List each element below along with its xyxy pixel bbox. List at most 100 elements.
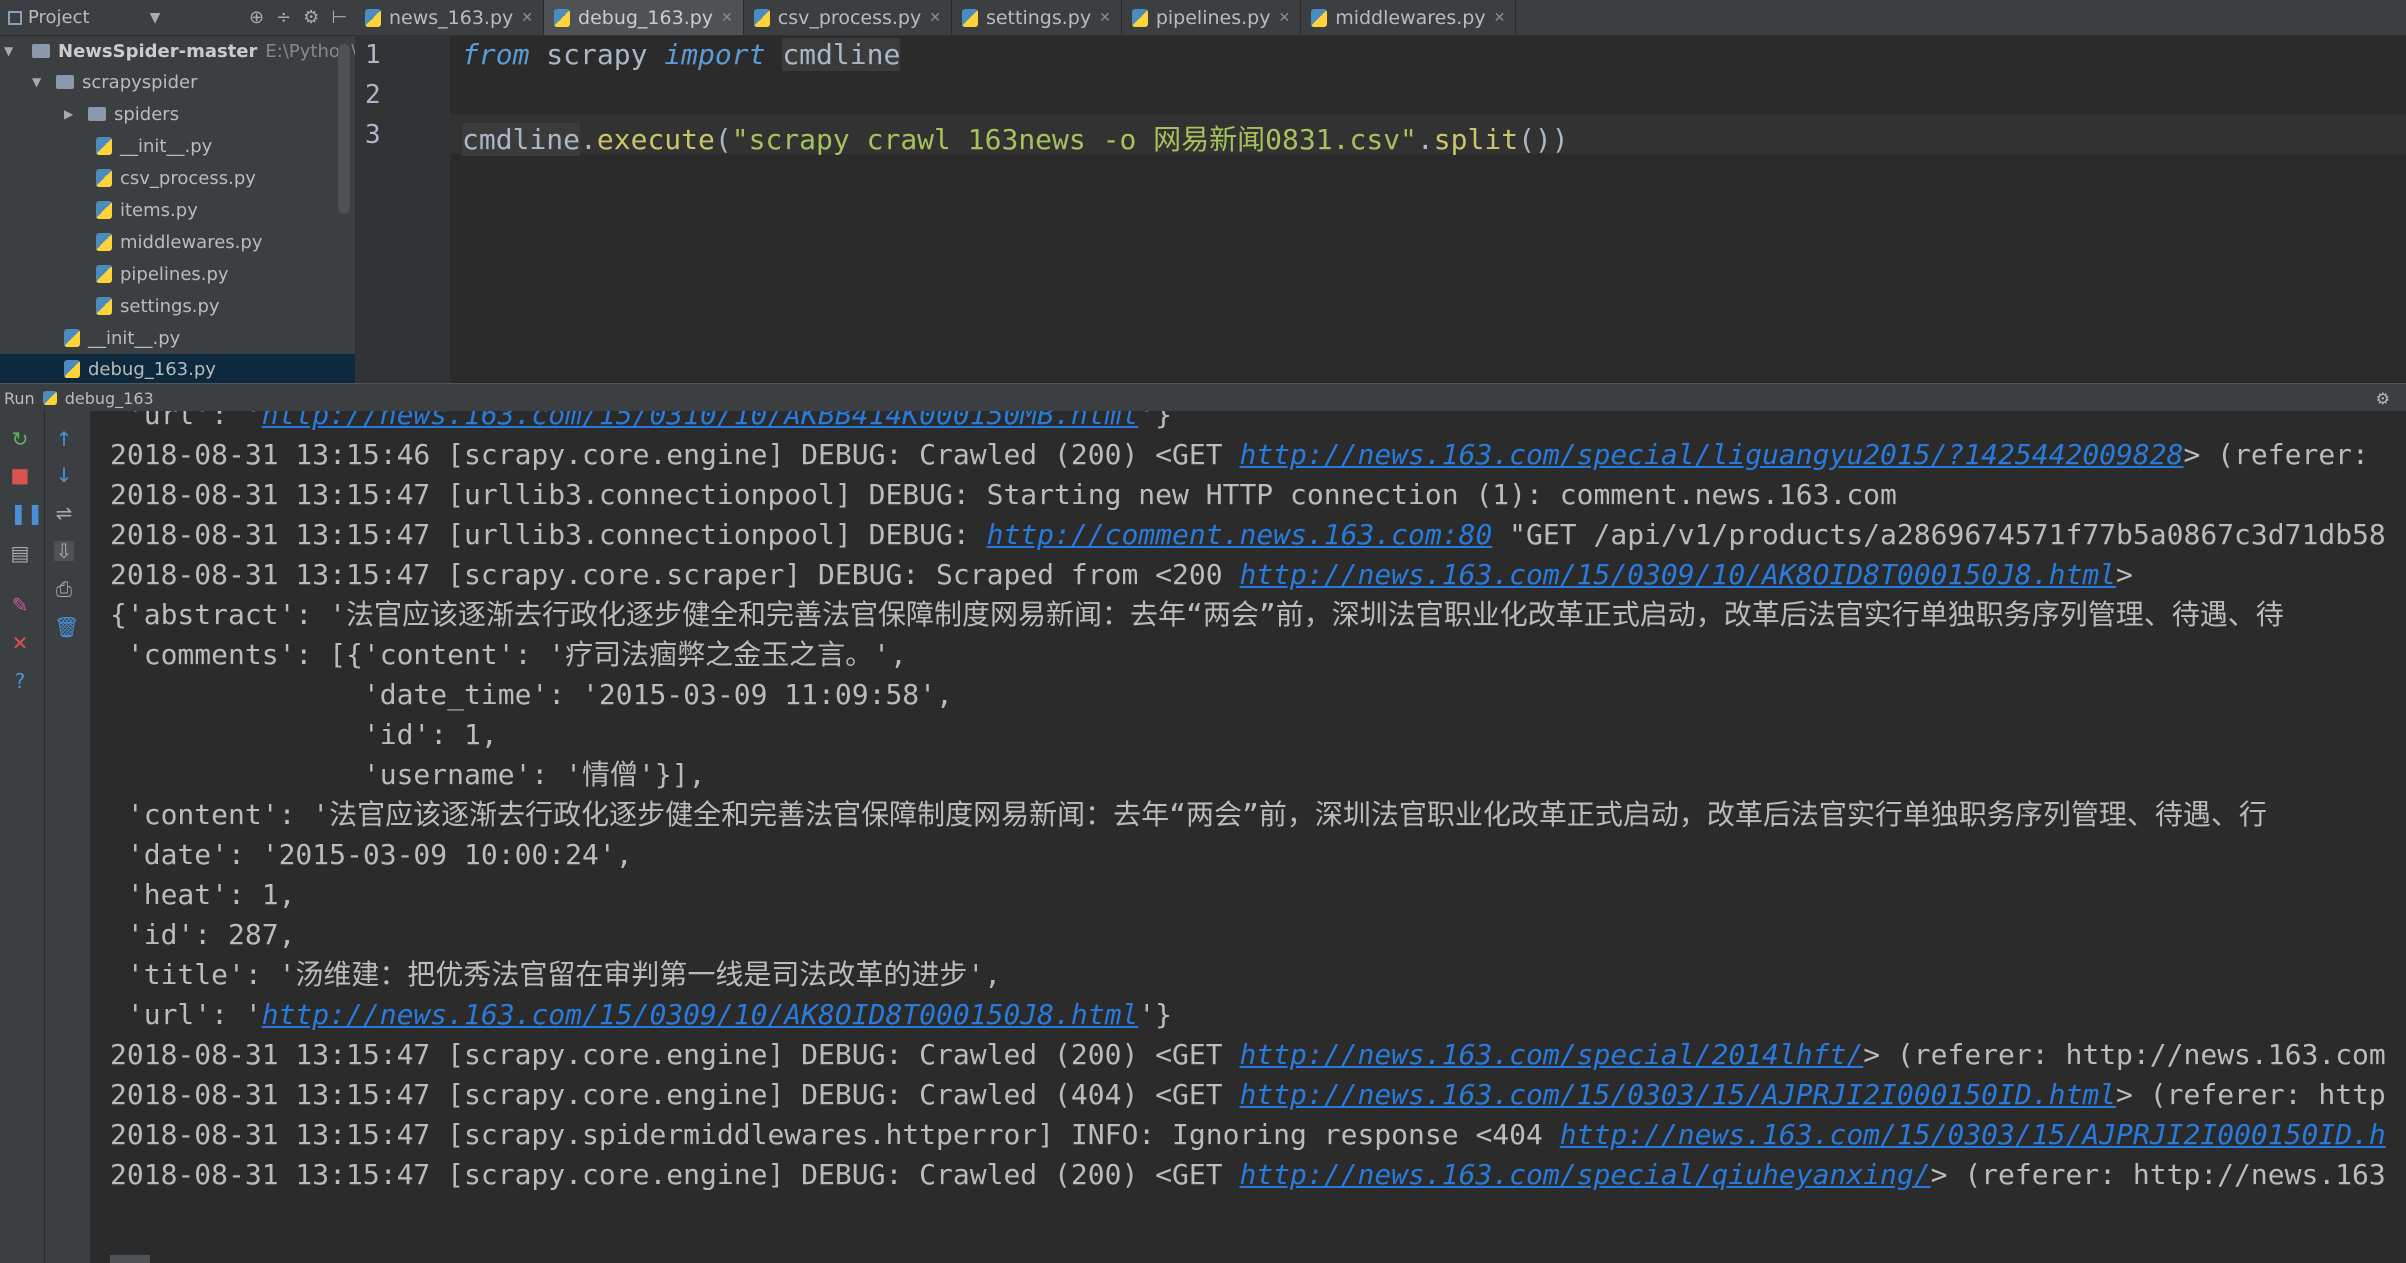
tree-item-settings[interactable]: settings.py <box>96 291 220 321</box>
gear-icon[interactable]: ⚙ <box>2376 389 2390 408</box>
tree-root[interactable]: ▼ NewsSpider-master E:\Python\ <box>4 36 355 66</box>
tab-csv-process[interactable]: csv_process.py ✕ <box>744 0 952 35</box>
soft-wrap-icon[interactable]: ⇌ <box>54 503 74 523</box>
code-dot: . <box>1416 123 1434 156</box>
close-icon[interactable]: ✕ <box>10 633 30 653</box>
code-line-3[interactable]: cmdline.execute("scrapy crawl 163news -o… <box>462 118 1569 158</box>
line-number: 1 <box>365 40 381 70</box>
python-file-icon <box>64 360 80 378</box>
function-name: execute <box>596 123 715 156</box>
run-label: Run <box>4 388 35 408</box>
python-file-icon <box>42 391 57 405</box>
collapse-icon[interactable]: ÷ <box>276 7 291 28</box>
console-link[interactable]: http://news.163.com/special/liguangyu201… <box>1239 438 2183 471</box>
console-link[interactable]: http://news.163.com/15/0303/15/AJPRJI2I0… <box>1239 1078 2116 1111</box>
python-file-icon <box>96 265 112 283</box>
console-link[interactable]: http://comment.news.163.com:80 <box>987 518 1493 551</box>
tree-item-csv-process[interactable]: csv_process.py <box>96 163 256 193</box>
console-line: 2018-08-31 13:15:47 [scrapy.spidermiddle… <box>110 1115 2386 1155</box>
close-icon[interactable]: ✕ <box>1278 10 1290 26</box>
chevron-down-icon[interactable]: ▼ <box>32 75 48 89</box>
project-scrollbar[interactable] <box>338 44 350 214</box>
print-icon[interactable]: ⎙ <box>54 579 74 599</box>
console-text: > (referer: <box>2183 438 2386 471</box>
console-text: 2018-08-31 13:15:47 [scrapy.spidermiddle… <box>110 1118 1560 1151</box>
console-text: 'title': '汤维建：把优秀法官留在审判第一线是司法改革的进步', <box>110 958 1002 991</box>
close-icon[interactable]: ✕ <box>1099 10 1111 26</box>
console-text: 2018-08-31 13:15:47 [scrapy.core.scraper… <box>110 558 1240 591</box>
tree-item-init-root[interactable]: __init__.py <box>64 323 180 353</box>
code-line-1[interactable]: from scrapy import cmdline <box>462 38 901 71</box>
tab-pipelines[interactable]: pipelines.py ✕ <box>1122 0 1302 35</box>
run-console[interactable]: 'url': 'http://news.163.com/15/0310/10/A… <box>90 411 2406 1263</box>
project-panel-header: Project ▼ ⊕ ÷ ⚙ ⊢ <box>0 0 355 36</box>
console-line: 'url': 'http://news.163.com/15/0309/10/A… <box>110 995 1172 1035</box>
tree-item-debug-163[interactable]: debug_163.py <box>0 354 355 383</box>
folder-icon <box>88 107 106 121</box>
project-panel-title[interactable]: Project <box>28 7 90 28</box>
layout-icon[interactable]: ▤ <box>10 543 30 563</box>
imported-name: cmdline <box>782 38 901 71</box>
object-name: cmdline <box>462 123 581 156</box>
chevron-down-icon[interactable]: ▼ <box>4 44 20 58</box>
arrow-down-icon[interactable]: ↓ <box>54 465 74 485</box>
close-icon[interactable]: ✕ <box>721 10 733 26</box>
tab-label: middlewares.py <box>1335 6 1486 29</box>
close-icon[interactable]: ✕ <box>1494 10 1506 26</box>
chevron-right-icon[interactable]: ▶ <box>64 107 80 121</box>
target-icon[interactable]: ⊕ <box>249 7 264 28</box>
keyword-from: from <box>462 38 530 71</box>
tree-item-label: items.py <box>120 199 198 221</box>
tab-debug-163[interactable]: debug_163.py ✕ <box>544 0 744 35</box>
console-text: 'content': '法官应该逐渐去行政化逐步健全和完善法官保障制度网易新闻：… <box>110 798 2267 831</box>
pin-icon[interactable]: ✎ <box>10 595 30 615</box>
console-line: 2018-08-31 13:15:46 [scrapy.core.engine]… <box>110 435 2386 475</box>
gear-icon[interactable]: ⚙ <box>303 7 319 28</box>
console-link[interactable]: http://news.163.com/15/0310/10/AKBB414K0… <box>262 411 1139 431</box>
code-editor[interactable]: from scrapy import cmdline cmdline. execu… <box>450 36 2406 383</box>
console-link[interactable]: http://news.163.com/special/2014lhft/ <box>1239 1038 1863 1071</box>
tree-item-label: csv_process.py <box>120 167 256 189</box>
trash-icon[interactable]: 🗑 <box>54 617 79 637</box>
console-link[interactable]: http://news.163.com/special/qiuheyanxing… <box>1239 1158 1930 1191</box>
close-icon[interactable]: ✕ <box>929 10 941 26</box>
console-line: 2018-08-31 13:15:47 [scrapy.core.engine]… <box>110 1155 2386 1195</box>
scroll-to-end-icon[interactable]: ⇩ <box>54 541 74 561</box>
run-toolbar: ↻ ■ ❚❚ ▤ ✎ ✕ ? ↑ ↓ ⇌ ⇩ ⎙ 🗑 <box>0 411 90 1263</box>
console-line: 'content': '法官应该逐渐去行政化逐步健全和完善法官保障制度网易新闻：… <box>110 795 2267 835</box>
console-link[interactable]: http://news.163.com/15/0303/15/AJPRJI2I0… <box>1560 1118 2386 1151</box>
run-config-name[interactable]: debug_163 <box>65 389 154 408</box>
tree-item-pipelines[interactable]: pipelines.py <box>96 259 229 289</box>
console-text: > <box>2116 558 2133 591</box>
pause-icon[interactable]: ❚❚ <box>10 503 44 523</box>
line-number: 2 <box>365 80 381 110</box>
console-link[interactable]: http://news.163.com/15/0309/10/AK8OID8T0… <box>262 998 1139 1031</box>
python-file-icon <box>753 8 770 27</box>
code-paren: ()) <box>1518 123 1569 156</box>
project-icon <box>8 10 22 25</box>
help-icon[interactable]: ? <box>10 671 30 691</box>
close-icon[interactable]: ✕ <box>521 10 533 26</box>
tab-settings[interactable]: settings.py ✕ <box>952 0 1122 35</box>
tab-middlewares[interactable]: middlewares.py ✕ <box>1301 0 1517 35</box>
console-link[interactable]: http://news.163.com/15/0309/10/AK8OID8T0… <box>1239 558 2116 591</box>
console-line: 2018-08-31 13:15:47 [urllib3.connectionp… <box>110 475 1897 515</box>
tree-item-spiders[interactable]: ▶ spiders <box>64 99 179 129</box>
console-scrollbar[interactable] <box>110 1255 150 1263</box>
root-name: NewsSpider-master <box>58 40 258 62</box>
console-line: 'username': '情僧'}], <box>110 755 706 795</box>
chevron-down-icon[interactable]: ▼ <box>150 10 161 26</box>
tree-item-middlewares[interactable]: middlewares.py <box>96 227 262 257</box>
tree-item-init[interactable]: __init__.py <box>96 131 212 161</box>
tab-label: pipelines.py <box>1155 6 1271 29</box>
arrow-up-icon[interactable]: ↑ <box>54 429 74 449</box>
tree-item-scrapyspider[interactable]: ▼ scrapyspider <box>32 67 198 97</box>
hide-icon[interactable]: ⊢ <box>331 7 347 28</box>
tab-news-163[interactable]: news_163.py ✕ <box>355 0 545 35</box>
stop-icon[interactable]: ■ <box>10 465 30 485</box>
tree-item-items[interactable]: items.py <box>96 195 198 225</box>
console-text: 'url': ' <box>110 411 262 431</box>
rerun-icon[interactable]: ↻ <box>10 429 30 449</box>
console-text: 'date': '2015-03-09 10:00:24', <box>110 838 633 871</box>
console-text: > (referer: http://news.163.com <box>1863 1038 2386 1071</box>
